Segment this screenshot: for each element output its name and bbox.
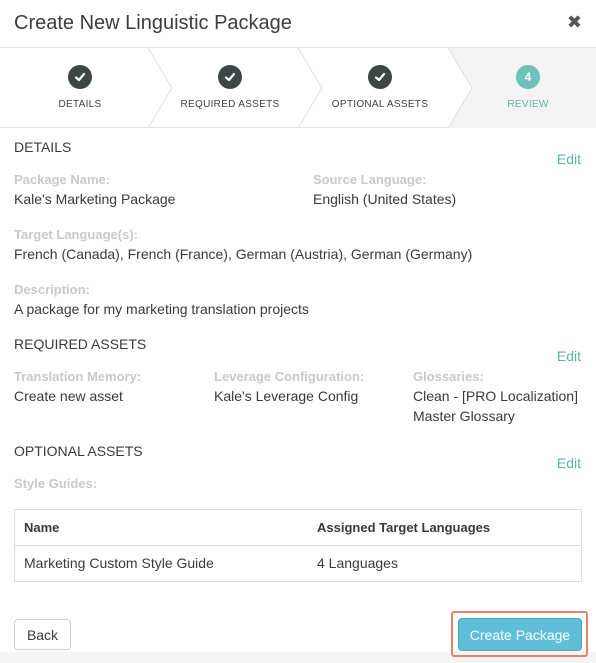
check-icon bbox=[218, 65, 242, 89]
column-header-name: Name bbox=[24, 520, 60, 535]
description-label: Description: bbox=[14, 282, 90, 297]
check-icon bbox=[68, 65, 92, 89]
dialog-header: Create New Linguistic Package ✖ bbox=[0, 0, 596, 48]
step-details[interactable]: DETAILS bbox=[0, 48, 160, 128]
step-required-assets[interactable]: REQUIRED ASSETS bbox=[150, 48, 310, 128]
glossaries-value-line1: Clean - [PRO Localization] bbox=[413, 388, 578, 404]
dialog-title: Create New Linguistic Package bbox=[14, 12, 292, 34]
step-number-badge: 4 bbox=[516, 65, 540, 89]
source-language-value: English (United States) bbox=[313, 191, 457, 207]
package-name-value: Kale's Marketing Package bbox=[14, 191, 176, 207]
package-name-label: Package Name: bbox=[14, 172, 111, 187]
table-header: Name Assigned Target Languages bbox=[15, 510, 581, 546]
required-assets-section-title: REQUIRED ASSETS bbox=[14, 336, 147, 352]
step-label: OPTIONAL ASSETS bbox=[331, 99, 429, 110]
leverage-configuration-value: Kale's Leverage Config bbox=[214, 388, 359, 404]
translation-memory-label: Translation Memory: bbox=[14, 369, 142, 384]
create-package-dialog: Create New Linguistic Package ✖ DETAILS … bbox=[0, 0, 596, 663]
step-optional-assets[interactable]: OPTIONAL ASSETS bbox=[300, 48, 460, 128]
translation-memory-value: Create new asset bbox=[14, 388, 123, 404]
leverage-configuration-label: Leverage Configuration: bbox=[214, 369, 365, 384]
required-assets-edit-link[interactable]: Edit bbox=[557, 348, 581, 364]
step-label: REQUIRED ASSETS bbox=[180, 99, 280, 110]
back-button[interactable]: Back bbox=[14, 619, 71, 650]
details-section-title: DETAILS bbox=[14, 139, 72, 155]
assigned-languages-count: 4 Languages bbox=[317, 555, 398, 571]
optional-assets-section-title: OPTIONAL ASSETS bbox=[14, 443, 143, 459]
wizard-steps: DETAILS REQUIRED ASSETS OPTIONAL ASSETS … bbox=[0, 48, 596, 128]
style-guides-label: Style Guides: bbox=[14, 476, 98, 491]
glossaries-label: Glossaries: bbox=[413, 369, 484, 384]
close-icon[interactable]: ✖ bbox=[567, 12, 582, 32]
target-languages-label: Target Language(s): bbox=[14, 227, 138, 242]
optional-assets-edit-link[interactable]: Edit bbox=[557, 455, 581, 471]
description-value: A package for my marketing translation p… bbox=[14, 301, 309, 317]
check-icon bbox=[368, 65, 392, 89]
column-header-languages: Assigned Target Languages bbox=[317, 520, 491, 535]
table-row: Marketing Custom Style Guide 4 Languages bbox=[15, 546, 581, 581]
step-label: DETAILS bbox=[58, 99, 102, 110]
create-package-button[interactable]: Create Package bbox=[458, 618, 582, 651]
details-edit-link[interactable]: Edit bbox=[557, 151, 581, 167]
step-label: REVIEW bbox=[507, 99, 549, 110]
target-languages-value: French (Canada), French (France), German… bbox=[14, 246, 473, 262]
style-guides-table: Name Assigned Target Languages Marketing… bbox=[14, 509, 582, 582]
step-review[interactable]: 4 REVIEW bbox=[448, 48, 596, 128]
style-guide-name: Marketing Custom Style Guide bbox=[24, 555, 214, 571]
source-language-label: Source Language: bbox=[313, 172, 427, 187]
glossaries-value-line2: Master Glossary bbox=[413, 408, 515, 424]
